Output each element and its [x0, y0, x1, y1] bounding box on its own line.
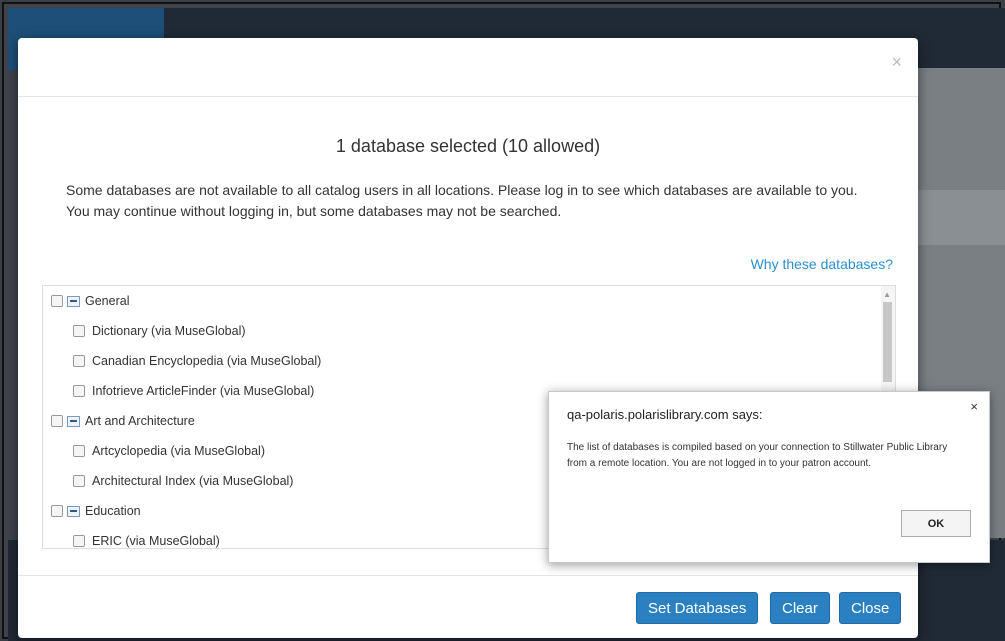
checkbox[interactable]: [73, 535, 85, 547]
tree-group-education[interactable]: Education: [51, 501, 141, 521]
tree-item-canadian-encyclopedia[interactable]: Canadian Encyclopedia (via MuseGlobal): [73, 351, 321, 371]
checkbox[interactable]: [73, 385, 85, 397]
checkbox[interactable]: [51, 295, 63, 307]
clear-button[interactable]: Clear: [770, 592, 830, 624]
modal-close-icon[interactable]: ×: [891, 52, 902, 73]
modal-footer-divider: [18, 575, 918, 576]
browser-alert-dialog: × qa-polaris.polarislibrary.com says: Th…: [548, 391, 990, 563]
dialog-message: The list of databases is compiled based …: [567, 442, 948, 469]
tree-item-architectural-index[interactable]: Architectural Index (via MuseGlobal): [73, 471, 293, 491]
tree-item-artcyclopedia[interactable]: Artcyclopedia (via MuseGlobal): [73, 441, 265, 461]
why-these-databases-link[interactable]: Why these databases?: [751, 256, 893, 272]
tree-item-dictionary[interactable]: Dictionary (via MuseGlobal): [73, 321, 246, 341]
set-databases-button[interactable]: Set Databases: [636, 592, 759, 624]
availability-notice: Some databases are not available to all …: [66, 182, 858, 219]
checkbox[interactable]: [73, 355, 85, 367]
tree-item-infotrieve[interactable]: Infotrieve ArticleFinder (via MuseGlobal…: [73, 381, 314, 401]
selection-count-title: 1 database selected (10 allowed): [335, 136, 601, 156]
modal-header: [18, 38, 918, 97]
background-panel-strip: [918, 190, 1005, 245]
tree-label: Infotrieve ArticleFinder (via MuseGlobal…: [92, 384, 315, 398]
checkbox[interactable]: [51, 415, 63, 427]
scrollbar-thumb[interactable]: [883, 302, 892, 382]
tree-label: Canadian Encyclopedia (via MuseGlobal): [92, 354, 322, 368]
tree-label: General: [85, 294, 130, 308]
tree-label: Art and Architecture: [85, 414, 195, 428]
checkbox[interactable]: [73, 475, 85, 487]
collapse-icon[interactable]: [67, 505, 80, 517]
collapse-icon[interactable]: [67, 415, 80, 427]
tree-item-eric[interactable]: ERIC (via MuseGlobal): [73, 531, 220, 548]
dialog-close-icon[interactable]: ×: [970, 399, 978, 414]
close-button[interactable]: Close: [839, 592, 902, 624]
scroll-up-arrow-icon[interactable]: ▲: [883, 290, 891, 299]
tree-label: Dictionary (via MuseGlobal): [92, 324, 246, 338]
checkbox[interactable]: [51, 505, 63, 517]
dialog-title: qa-polaris.polarislibrary.com says:: [567, 407, 763, 422]
checkbox[interactable]: [73, 325, 85, 337]
tree-label: Architectural Index (via MuseGlobal): [92, 474, 294, 488]
ok-button[interactable]: OK: [901, 510, 971, 537]
tree-group-general[interactable]: General: [51, 291, 129, 311]
tree-group-art-architecture[interactable]: Art and Architecture: [51, 411, 195, 431]
collapse-icon[interactable]: [67, 295, 80, 307]
checkbox[interactable]: [73, 445, 85, 457]
tree-label: ERIC (via MuseGlobal): [92, 534, 220, 548]
tree-label: Artcyclopedia (via MuseGlobal): [92, 444, 265, 458]
tree-label: Education: [85, 504, 141, 518]
